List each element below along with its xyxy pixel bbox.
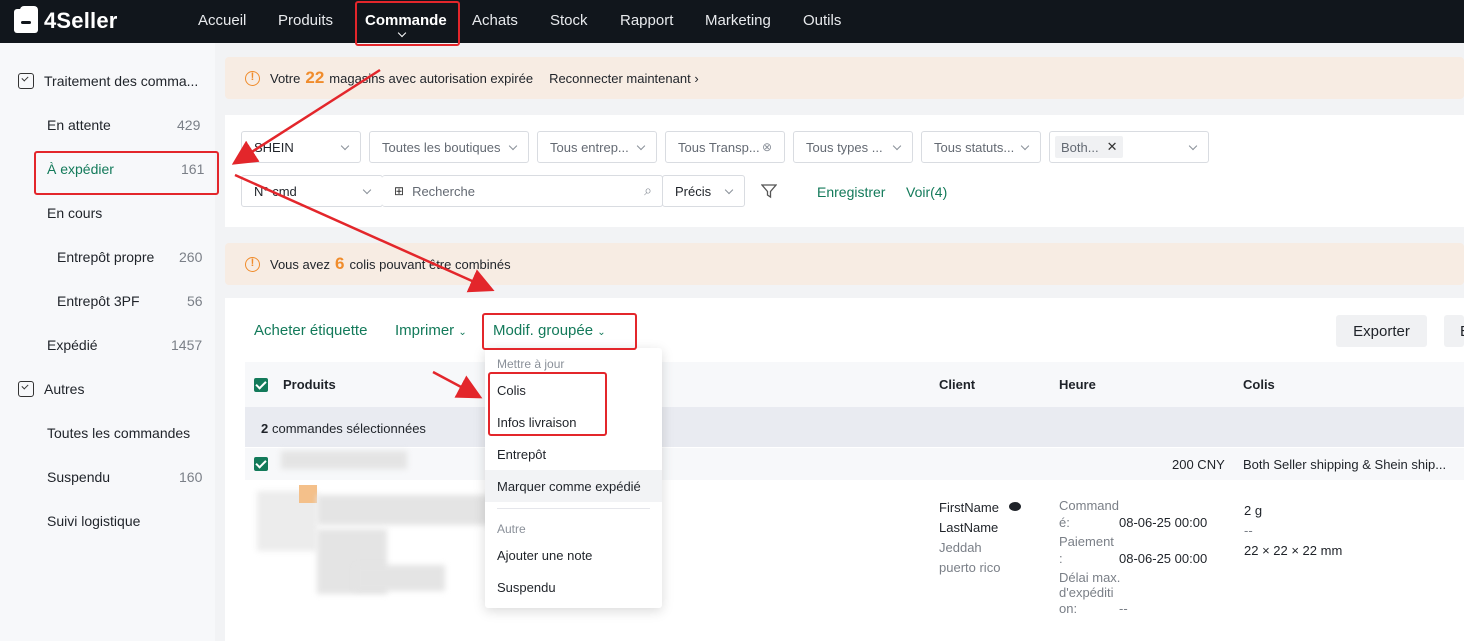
- annotation-arrows: [231, 68, 495, 399]
- arrow-to-toolbar: [234, 173, 495, 293]
- arrow-to-sidebar: [231, 68, 381, 165]
- arrow-to-menu: [432, 370, 483, 399]
